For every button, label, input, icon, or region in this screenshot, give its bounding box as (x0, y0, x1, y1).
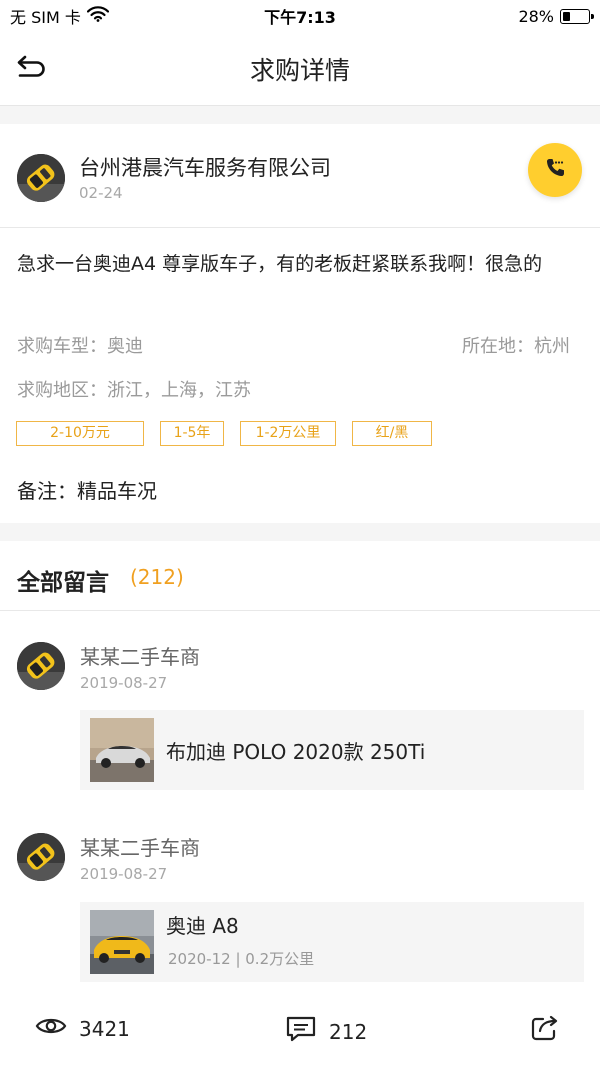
post-card: 台州港晨汽车服务有限公司 02-24 急求一台奥迪A4 尊享版车子，有的老板赶紧… (0, 124, 600, 523)
status-bar: 无 SIM 卡 下午7:13 28% (0, 0, 600, 32)
tag-list: 2-10万元 1-5年 1-2万公里 红/黑 (16, 421, 432, 446)
commenter-name: 某某二手车商 (80, 836, 200, 860)
view-count-button[interactable]: 3421 (35, 1015, 130, 1042)
car-card[interactable]: 布加迪 POLO 2020款 250Ti (80, 710, 584, 790)
comment-date: 2019-08-27 (80, 674, 168, 692)
view-count: 3421 (79, 1016, 130, 1041)
comments-count: (212) (130, 565, 184, 589)
car-card[interactable]: 奥迪 A8 2020-12 | 0.2万公里 (80, 902, 584, 982)
post-date: 02-24 (79, 184, 123, 202)
tag-mileage: 1-2万公里 (240, 421, 336, 446)
status-right: 28% (518, 6, 594, 26)
carrier-label: 无 SIM 卡 (10, 8, 81, 27)
car-subtitle: 2020-12 | 0.2万公里 (168, 950, 315, 968)
share-icon (530, 1014, 560, 1047)
bottom-bar: 3421 212 (0, 996, 600, 1067)
company-name[interactable]: 台州港晨汽车服务有限公司 (79, 152, 331, 182)
nav-bar: 求购详情 (0, 32, 600, 106)
tag-price: 2-10万元 (16, 421, 144, 446)
wifi-icon (86, 6, 109, 26)
car-title: 布加迪 POLO 2020款 250Ti (166, 740, 426, 764)
eye-icon (35, 1015, 67, 1042)
comment-icon (285, 1015, 317, 1048)
commenter-avatar[interactable] (17, 642, 65, 690)
tag-color: 红/黑 (352, 421, 432, 446)
call-button[interactable] (528, 143, 582, 197)
share-button[interactable] (530, 1014, 560, 1047)
back-button[interactable] (14, 54, 50, 84)
comments-card: 全部留言 (212) 某某二手车商 2019-08-27 布加迪 POLO 20… (0, 541, 600, 1067)
comment-date: 2019-08-27 (80, 865, 168, 883)
post-content: 急求一台奥迪A4 尊享版车子，有的老板赶紧联系我啊！很急的 (17, 253, 543, 275)
car-thumbnail (90, 718, 154, 782)
location: 所在地：杭州 (462, 336, 570, 357)
page-title: 求购详情 (249, 55, 350, 85)
battery-percent: 28% (518, 6, 554, 26)
tag-age: 1-5年 (160, 421, 224, 446)
comments-header: 全部留言 (212) (0, 541, 600, 611)
comment-count-button[interactable]: 212 (285, 1015, 367, 1048)
commenter-name: 某某二手车商 (80, 645, 200, 669)
purchase-region: 求购地区：浙江，上海，江苏 (17, 380, 251, 401)
phone-icon (543, 156, 567, 184)
post-header: 台州港晨汽车服务有限公司 02-24 (0, 124, 600, 228)
company-avatar[interactable] (17, 154, 65, 202)
car-title: 奥迪 A8 (166, 914, 239, 938)
comment-count: 212 (329, 1019, 368, 1044)
status-left: 无 SIM 卡 (10, 4, 109, 28)
remark: 备注：精品车况 (17, 479, 157, 503)
commenter-avatar[interactable] (17, 833, 65, 881)
battery-icon (560, 8, 594, 24)
comments-title: 全部留言 (17, 570, 109, 596)
car-thumbnail (90, 910, 154, 974)
back-arrow-icon (16, 54, 48, 84)
car-model: 求购车型：奥迪 (17, 336, 143, 357)
battery-fill (563, 11, 570, 21)
